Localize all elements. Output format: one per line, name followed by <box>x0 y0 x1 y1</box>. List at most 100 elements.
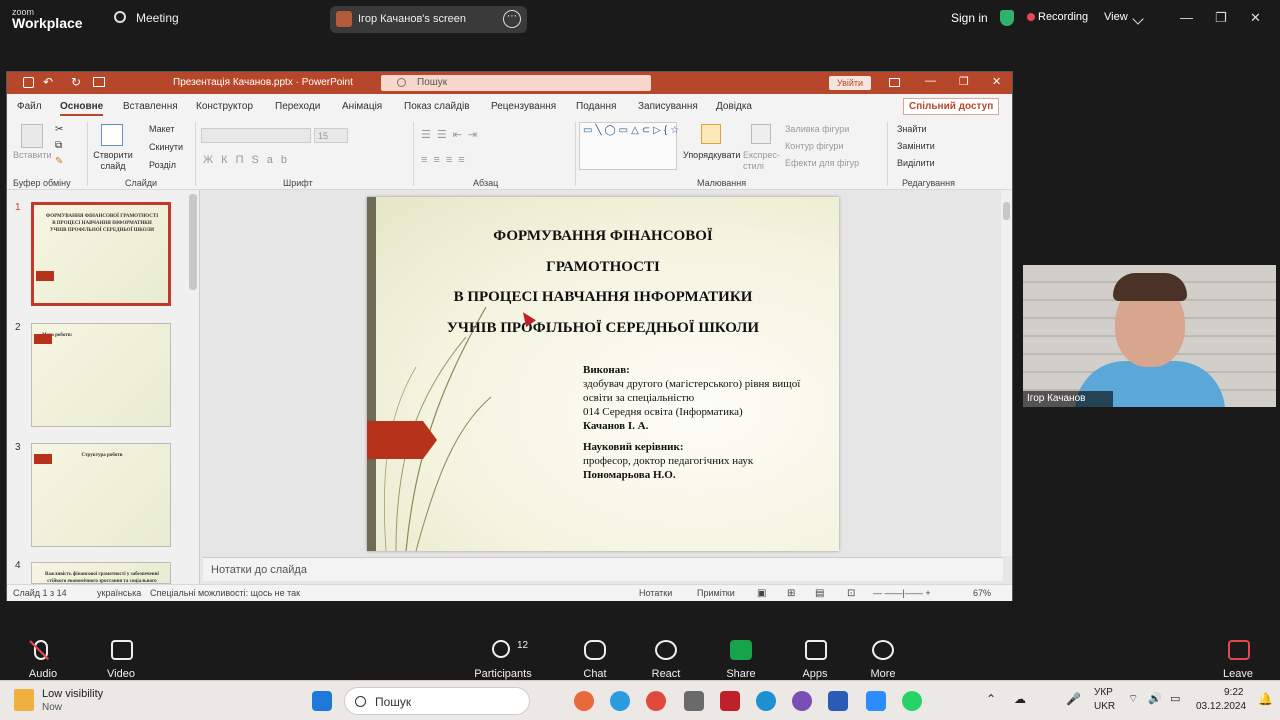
tab-design[interactable]: Конструктор <box>196 101 253 112</box>
minimize-icon[interactable]: — <box>925 75 936 87</box>
file-explorer-icon[interactable] <box>684 691 704 711</box>
clock-time[interactable]: 9:22 <box>1224 687 1243 698</box>
slide-thumbnail-1[interactable]: ФОРМУВАННЯ ФІНАНСОВОЇ ГРАМОТНОСТІ В ПРОЦ… <box>31 202 171 306</box>
tray-chevron-icon[interactable]: ⌃ <box>986 692 996 706</box>
leave-icon[interactable] <box>1228 640 1250 660</box>
cut-icon[interactable]: ✂ <box>55 124 63 135</box>
view-button[interactable]: View <box>1104 11 1128 23</box>
lang-line2[interactable]: UKR <box>1094 701 1115 712</box>
undo-icon[interactable]: ↶ <box>43 75 53 89</box>
close-icon[interactable]: ✕ <box>992 75 1001 88</box>
tab-help[interactable]: Довідка <box>716 101 752 112</box>
notes-pane[interactable]: Нотатки до слайда <box>203 557 1003 581</box>
chrome-icon[interactable] <box>646 691 666 711</box>
minimize-icon[interactable]: — <box>1180 10 1193 25</box>
telegram-icon[interactable] <box>610 691 630 711</box>
section-button[interactable]: Розділ <box>149 160 176 170</box>
clock-date[interactable]: 03.12.2024 <box>1196 701 1246 712</box>
font-format-icons[interactable]: ЖКПSab <box>203 154 295 166</box>
security-shield-icon[interactable] <box>1000 10 1014 26</box>
slideshow-icon[interactable]: ⊡ <box>847 588 855 599</box>
shape-effects-button[interactable]: Ефекти для фігур <box>785 158 859 168</box>
volume-icon[interactable]: 🔊 <box>1148 692 1162 705</box>
mcafee-icon[interactable] <box>720 691 740 711</box>
tab-home[interactable]: Основне <box>60 101 104 116</box>
video-button[interactable]: Video <box>91 668 151 680</box>
list-icons[interactable]: ☰☰⇤⇥ <box>421 128 483 141</box>
participant-video[interactable]: Ігор Качанов <box>1023 265 1276 407</box>
word-icon[interactable] <box>828 691 848 711</box>
leave-button[interactable]: Leave <box>1208 668 1268 680</box>
slide-canvas[interactable]: ФОРМУВАННЯ ФІНАНСОВОЇ ГРАМОТНОСТІ В ПРОЦ… <box>367 197 839 551</box>
participants-icon[interactable] <box>492 640 510 658</box>
slide-scrollbar[interactable] <box>1001 190 1012 556</box>
more-button[interactable]: More <box>853 668 913 680</box>
comments-toggle[interactable]: Примітки <box>697 588 735 598</box>
ribbon-display-icon[interactable] <box>889 78 900 87</box>
chevron-down-icon[interactable] <box>1132 13 1144 25</box>
save-icon[interactable] <box>23 77 34 88</box>
align-icons[interactable]: ≡≡≡≡ <box>421 154 471 166</box>
edge-icon[interactable] <box>756 691 776 711</box>
restore-icon[interactable]: ❐ <box>1215 10 1227 26</box>
meeting-button[interactable]: Meeting <box>136 11 179 25</box>
whatsapp-icon[interactable] <box>902 691 922 711</box>
normal-view-icon[interactable]: ▣ <box>757 588 766 599</box>
tab-slideshow[interactable]: Показ слайдів <box>404 101 470 112</box>
accessibility-status[interactable]: Спеціальні можливості: щось не так <box>150 588 300 598</box>
recording-label[interactable]: Recording <box>1038 11 1088 23</box>
scrollbar-thumb[interactable] <box>1003 202 1010 220</box>
search-input[interactable]: Пошук <box>381 75 651 91</box>
onedrive-icon[interactable]: ☁ <box>1014 692 1026 706</box>
tab-view[interactable]: Подання <box>576 101 616 112</box>
replace-button[interactable]: Замінити <box>897 141 935 151</box>
language-indicator[interactable]: українська <box>97 588 141 598</box>
wifi-icon[interactable]: ⌔ <box>1128 692 1138 706</box>
copilot-icon[interactable] <box>574 691 594 711</box>
quick-styles-label[interactable]: Експрес-стилі <box>743 150 783 172</box>
font-family-select[interactable] <box>201 128 311 143</box>
notes-toggle[interactable]: Нотатки <box>639 588 672 598</box>
slide-thumbnail-3[interactable]: Структура роботи <box>31 443 171 547</box>
share-button[interactable]: Share <box>711 668 771 680</box>
share-screen-icon[interactable] <box>730 640 752 660</box>
thumb-scrollbar[interactable] <box>189 194 197 290</box>
microphone-icon[interactable]: 🎤 <box>1066 692 1081 706</box>
quick-styles-icon[interactable] <box>751 124 771 144</box>
font-size-select[interactable]: 15 <box>314 128 348 143</box>
ppt-signin-button[interactable]: Увійти <box>829 76 871 90</box>
reset-button[interactable]: Скинути <box>149 142 183 152</box>
apps-icon[interactable] <box>805 640 827 660</box>
format-painter-icon[interactable]: ✎ <box>55 156 63 167</box>
taskbar-search[interactable]: Пошук <box>344 687 530 715</box>
slide-thumbnail-2[interactable]: Мета роботи: <box>31 323 171 427</box>
battery-icon[interactable]: ▭ <box>1170 692 1180 705</box>
chat-button[interactable]: Chat <box>565 668 625 680</box>
participants-button[interactable]: Participants <box>473 668 533 680</box>
slide-sorter-icon[interactable]: ⊞ <box>787 588 795 599</box>
react-heart-icon[interactable] <box>655 640 677 660</box>
shapes-gallery[interactable]: ▭╲◯▭△⊂▷{☆ <box>579 122 679 170</box>
react-button[interactable]: React <box>636 668 696 680</box>
viber-icon[interactable] <box>792 691 812 711</box>
restore-icon[interactable]: ❐ <box>959 75 969 88</box>
notification-bell-icon[interactable]: 🔔 <box>1258 692 1273 706</box>
shape-fill-button[interactable]: Заливка фігури <box>785 124 849 134</box>
paste-label[interactable]: Вставити <box>13 150 52 160</box>
tab-recording[interactable]: Записування <box>638 101 698 112</box>
apps-button[interactable]: Apps <box>785 668 845 680</box>
close-icon[interactable]: ✕ <box>1250 10 1261 26</box>
new-slide-icon[interactable] <box>101 124 123 146</box>
shape-outline-button[interactable]: Контур фігури <box>785 141 843 151</box>
find-button[interactable]: Знайти <box>897 124 927 134</box>
audio-button[interactable]: Audio <box>13 668 73 680</box>
tab-transitions[interactable]: Переходи <box>275 101 320 112</box>
chat-icon[interactable] <box>584 640 606 660</box>
reading-view-icon[interactable]: ▤ <box>815 588 824 599</box>
select-button[interactable]: Виділити <box>897 158 935 168</box>
present-icon[interactable] <box>93 77 105 87</box>
more-icon[interactable] <box>872 640 894 660</box>
shared-screen-pill[interactable]: Ігор Качанов's screen ⋯ <box>330 6 527 33</box>
arrange-label[interactable]: Упорядкувати <box>683 150 740 160</box>
zoom-slider[interactable]: — ——|—— + <box>873 588 931 598</box>
